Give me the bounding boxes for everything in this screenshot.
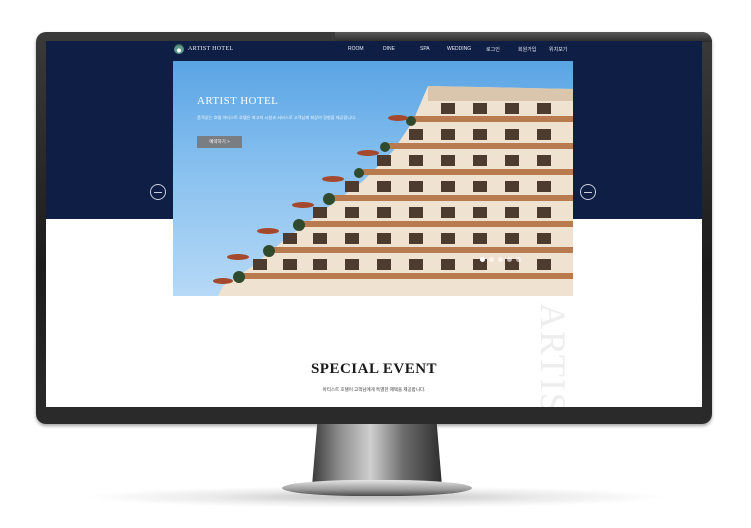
- slide-dot-4[interactable]: [507, 257, 512, 262]
- monitor-stand-base: [282, 480, 472, 496]
- nav-item-room[interactable]: ROOM: [348, 46, 364, 52]
- reserve-button[interactable]: 예약하기 >: [197, 136, 242, 148]
- special-event-title: SPECIAL EVENT: [310, 361, 438, 377]
- monitor-stand-neck: [312, 424, 442, 486]
- slide-dot-1[interactable]: [480, 257, 485, 262]
- nav-item-location[interactable]: 위치보기: [549, 46, 567, 53]
- website-screen: ARTIST HOTEL ROOM DINE SPA WEDDING 로그인 회…: [46, 41, 702, 407]
- hero-slide: ARTIST HOTEL 품격있는 호텔 아티스트 호텔은 최고의 시설과 서비…: [173, 61, 573, 296]
- slide-dot-5[interactable]: [516, 257, 521, 262]
- nav-item-spa[interactable]: SPA: [420, 46, 430, 52]
- nav-item-login[interactable]: 로그인: [486, 46, 500, 53]
- nav-item-dine[interactable]: DINE: [383, 46, 395, 52]
- brand-logo[interactable]: ARTIST HOTEL: [174, 44, 233, 54]
- slide-indicator: [480, 257, 521, 262]
- slide-dot-3[interactable]: [498, 257, 503, 262]
- nav-item-signup[interactable]: 회원가입: [518, 46, 536, 53]
- top-navigation: ARTIST HOTEL ROOM DINE SPA WEDDING 로그인 회…: [46, 41, 702, 59]
- prev-slide-arrow-icon[interactable]: [150, 184, 166, 200]
- special-event-subtitle: 아티스트 호텔이 고객님에게 특별한 혜택을 제공합니다.: [322, 387, 426, 392]
- slide-dot-2[interactable]: [489, 257, 494, 262]
- hero-description: 품격있는 호텔 아티스트 호텔은 최고의 시설과 서비스로 고객님께 최상의 경…: [197, 115, 357, 120]
- hotel-logo-icon: [174, 44, 184, 54]
- next-slide-arrow-icon[interactable]: [580, 184, 596, 200]
- nav-item-wedding[interactable]: WEDDING: [447, 46, 471, 52]
- brand-name: ARTIST HOTEL: [188, 46, 234, 52]
- hero-title: ARTIST HOTEL: [197, 95, 279, 107]
